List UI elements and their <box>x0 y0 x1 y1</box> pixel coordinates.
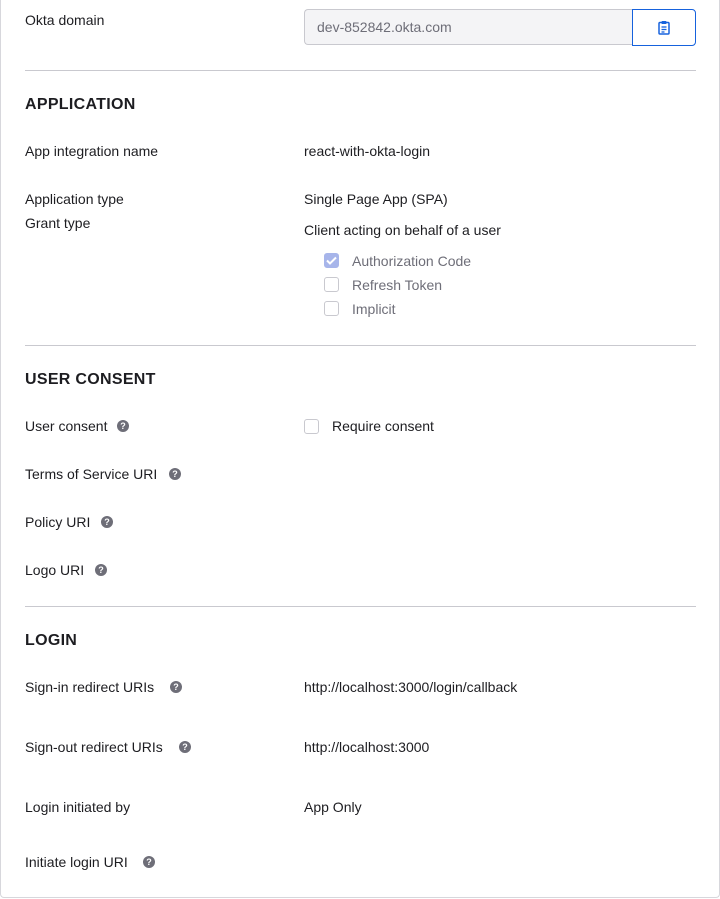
sign-out-redirect-uris-label: Sign-out redirect URIs <box>25 739 163 755</box>
app-integration-name-label: App integration name <box>25 143 159 159</box>
logo-uri-label: Logo URI <box>25 562 85 578</box>
authorization-code-checkbox[interactable] <box>324 253 339 268</box>
implicit-checkbox[interactable] <box>324 301 339 316</box>
help-icon[interactable]: ? <box>117 420 129 432</box>
initiate-login-uri-label: Initiate login URI <box>25 854 128 870</box>
help-icon[interactable]: ? <box>101 516 113 528</box>
refresh-token-checkbox[interactable] <box>324 277 339 292</box>
policy-uri-label: Policy URI <box>25 514 91 530</box>
grant-type-label: Grant type <box>25 215 91 231</box>
require-consent-label: Require consent <box>332 418 434 434</box>
sign-in-redirect-uris-label: Sign-in redirect URIs <box>25 679 155 695</box>
app-integration-name-value: react-with-okta-login <box>304 143 431 159</box>
terms-of-service-uri-label: Terms of Service URI <box>25 466 158 482</box>
login-initiated-by-value: App Only <box>304 799 362 815</box>
section-divider <box>25 345 696 346</box>
refresh-token-label: Refresh Token <box>352 277 443 293</box>
copy-domain-button[interactable] <box>632 9 696 46</box>
checkmark-icon <box>326 256 337 265</box>
help-icon[interactable]: ? <box>169 468 181 480</box>
user-consent-label: User consent <box>25 418 108 434</box>
app-settings-panel: Okta domain dev-852842.okta.com APPLICAT… <box>0 0 720 898</box>
section-divider <box>25 70 696 71</box>
user-consent-section-title: USER CONSENT <box>25 371 156 388</box>
application-section-title: APPLICATION <box>25 96 136 113</box>
help-icon[interactable]: ? <box>179 741 191 753</box>
require-consent-checkbox[interactable] <box>304 419 319 434</box>
login-section-title: LOGIN <box>25 632 78 649</box>
authorization-code-label: Authorization Code <box>352 253 472 269</box>
help-icon[interactable]: ? <box>95 564 107 576</box>
sign-out-redirect-uri-value: http://localhost:3000 <box>304 739 430 755</box>
application-type-value: Single Page App (SPA) <box>304 191 448 207</box>
okta-domain-field[interactable]: dev-852842.okta.com <box>304 9 632 45</box>
help-icon[interactable]: ? <box>143 856 155 868</box>
okta-domain-label: Okta domain <box>25 12 105 28</box>
clipboard-icon <box>658 21 670 35</box>
login-initiated-by-label: Login initiated by <box>25 799 131 815</box>
application-type-label: Application type <box>25 191 124 207</box>
help-icon[interactable]: ? <box>170 681 182 693</box>
grant-type-description: Client acting on behalf of a user <box>304 222 501 238</box>
sign-in-redirect-uri-value: http://localhost:3000/login/callback <box>304 679 518 695</box>
section-divider <box>25 606 696 607</box>
implicit-label: Implicit <box>352 301 396 317</box>
